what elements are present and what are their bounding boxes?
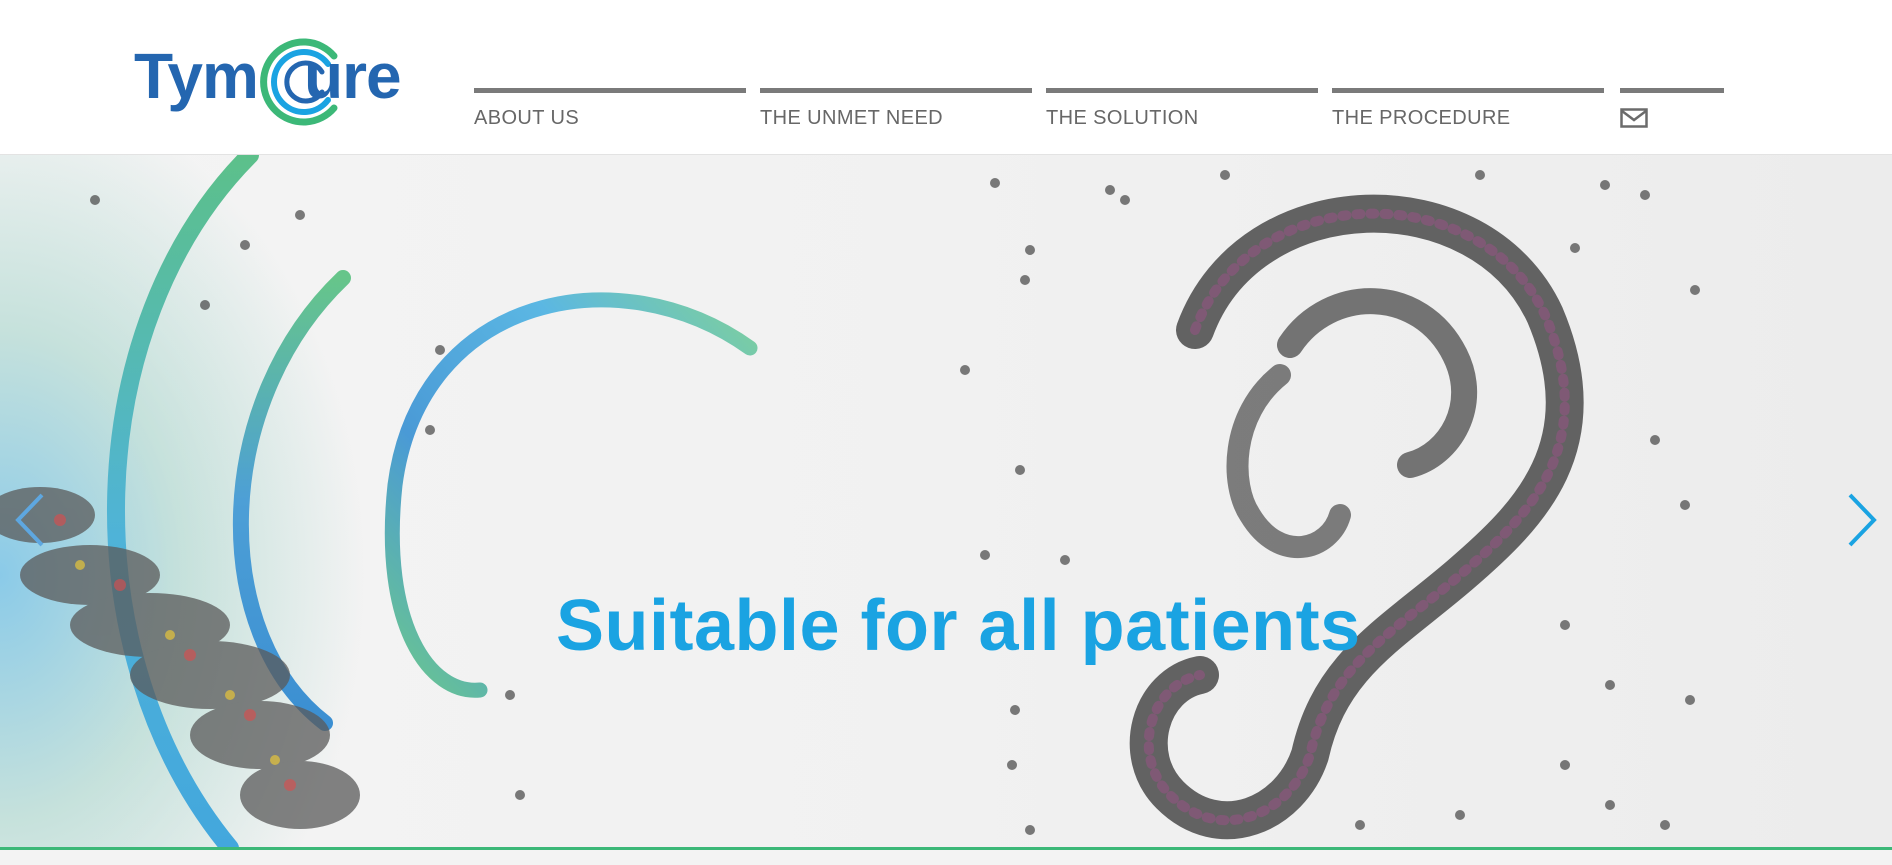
logo-text-right: ure — [304, 40, 402, 112]
nav-label: THE UNMET NEED — [760, 107, 944, 129]
slider-next-button[interactable] — [1832, 475, 1892, 565]
hero-headline: Suitable for all patients — [556, 586, 1361, 667]
nav-item-unmet-need[interactable]: THE UNMET NEED — [760, 88, 1032, 141]
slider-prev-button[interactable] — [0, 475, 60, 565]
envelope-icon — [1620, 108, 1648, 128]
nav-item-contact[interactable] — [1620, 88, 1724, 141]
site-header: Tym ure ABOUT US THE UNMET NEED THE SOLU… — [0, 0, 1892, 155]
chevron-right-icon — [1848, 493, 1877, 547]
nav-label: THE PROCEDURE — [1332, 107, 1511, 129]
page-content-start — [0, 850, 1892, 865]
hero-slider: Suitable for all patients — [0, 155, 1892, 848]
tymcure-logo[interactable]: Tym ure — [134, 30, 434, 134]
logo-text-left: Tym — [134, 40, 259, 112]
chevron-left-icon — [15, 493, 44, 547]
nav-item-solution[interactable]: THE SOLUTION — [1046, 88, 1318, 141]
nav-item-procedure[interactable]: THE PROCEDURE — [1332, 88, 1604, 141]
nav-label: ABOUT US — [474, 107, 580, 129]
nav-label: THE SOLUTION — [1046, 107, 1199, 129]
nav-item-about-us[interactable]: ABOUT US — [474, 88, 746, 141]
hero-background-illustration — [0, 155, 1700, 848]
